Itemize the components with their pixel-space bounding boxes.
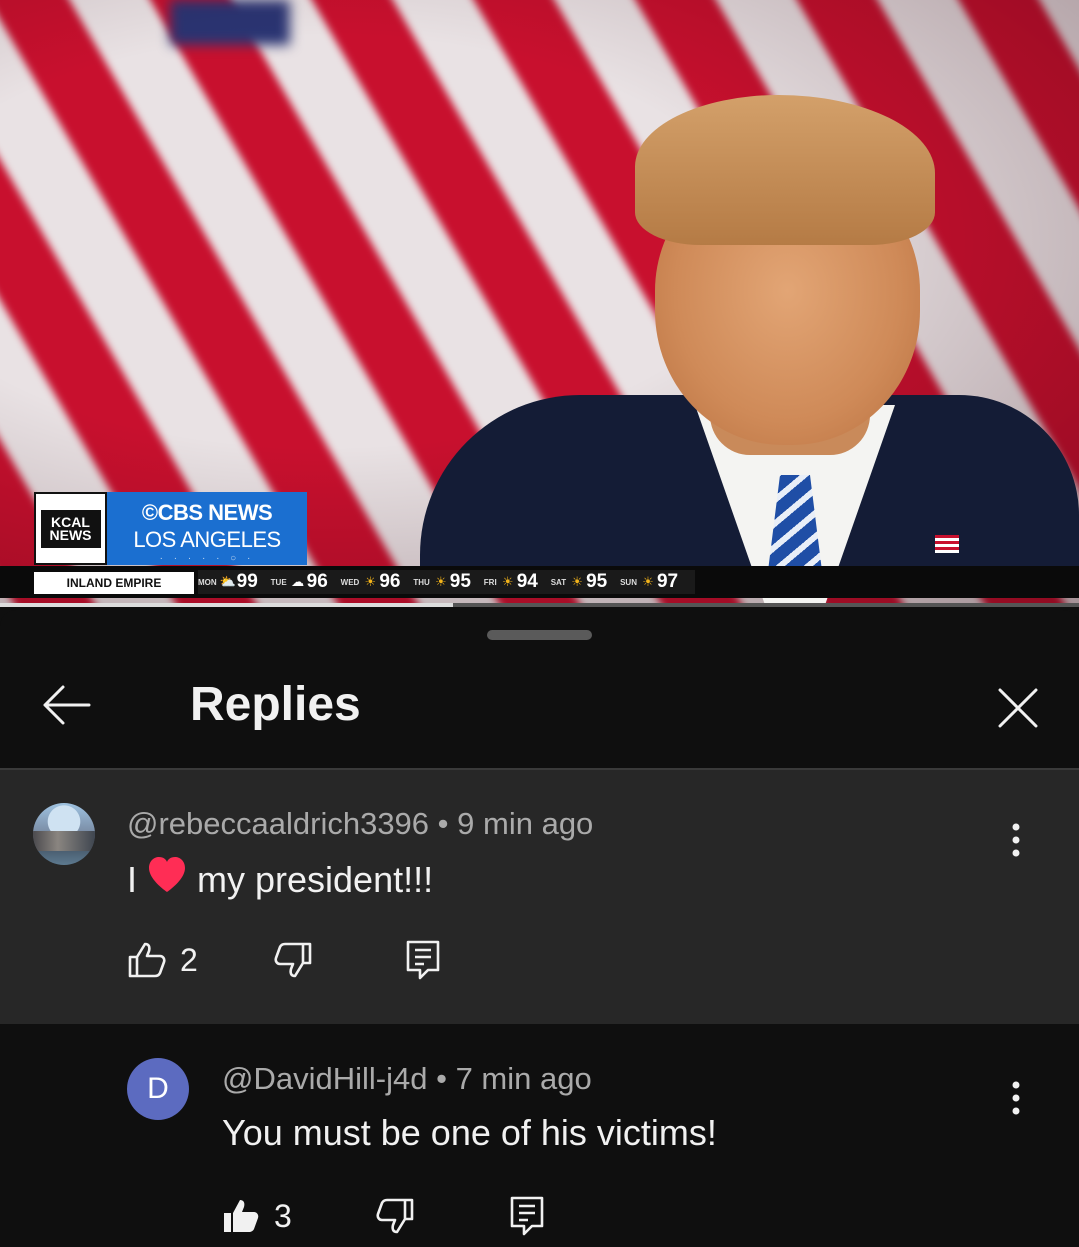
reply-comment: D @DavidHill-j4d • 7 min ago You must be… [0, 1024, 1079, 1247]
thumb-down-icon [376, 1198, 414, 1234]
forecast-day-label: MON [198, 577, 217, 587]
forecast-temp: 95 [449, 571, 471, 592]
thumb-up-icon [128, 942, 166, 978]
heart-icon-shape [149, 857, 186, 892]
forecast-day-label: WED [340, 577, 360, 587]
forecast-temp: 94 [516, 571, 538, 592]
forecast-day-label: TUE [270, 577, 287, 587]
video-progress-fill [0, 603, 454, 607]
avatar[interactable] [33, 803, 95, 865]
kcal-logo-text: KCAL NEWS [40, 509, 101, 548]
forecast-day: WED ☀ 96 [341, 571, 410, 593]
weather-forecast: MON ⛅ 99 TUE ☁ 96 WED ☀ 96 THU ☀ 95 FRI ☀ 94 SAT ☀ 95 SUN ☀… [198, 570, 695, 594]
comment-more-button[interactable] [996, 815, 1036, 865]
avatar[interactable]: D [127, 1058, 189, 1120]
forecast-day: MON ⛅ 99 [198, 571, 267, 593]
reply-button[interactable] [406, 940, 440, 980]
comment-reply-icon [510, 1196, 544, 1236]
subject-hair [635, 95, 935, 245]
parent-comment: @rebeccaaldrich3396 • 9 min ago I my pre… [0, 770, 1079, 1024]
comment-text: I my president!!! [127, 856, 433, 903]
weather-ticker: INLAND EMPIRE MON ⛅ 99 TUE ☁ 96 WED ☀ 96 THU ☀ 95 FR… [0, 566, 1079, 598]
reply-actions: 3 [222, 1196, 544, 1236]
forecast-day: THU ☀ 95 [413, 571, 479, 593]
thumb-down-icon [274, 942, 312, 978]
forecast-day-label: SUN [620, 577, 637, 587]
reply-text: You must be one of his victims! [222, 1112, 717, 1153]
like-button[interactable]: 3 [222, 1198, 292, 1235]
comment-reply-icon [406, 940, 440, 980]
sun-icon: ☀ [642, 574, 654, 589]
video-progress-bar[interactable] [0, 603, 1079, 607]
forecast-temp: 96 [306, 571, 328, 592]
forecast-day-label: FRI [483, 577, 497, 587]
forecast-day-label: SAT [550, 577, 567, 587]
cbs-news-la-logo: ©CBS NEWS LOS ANGELES · · · · · ○ · [107, 492, 307, 565]
sun-icon: ☀ [571, 574, 583, 589]
comment-text-end: my president!!! [197, 858, 434, 900]
forecast-day: SUN ☀ 97 [620, 571, 687, 593]
cbs-logo-dots: · · · · · ○ · [159, 553, 255, 564]
comment-author[interactable]: @rebeccaaldrich3396 [127, 806, 429, 841]
more-vert-icon [1012, 1081, 1020, 1115]
arrow-left-icon [43, 685, 91, 725]
like-count: 2 [180, 941, 198, 978]
forecast-day: SAT ☀ 95 [551, 571, 616, 593]
ticker-region: INLAND EMPIRE [34, 572, 194, 594]
forecast-temp: 97 [656, 571, 679, 592]
forecast-day: TUE ☁ 96 [271, 571, 337, 593]
cloud-sun-icon: ⛅ [219, 574, 236, 589]
more-vert-icon [1012, 823, 1020, 857]
comment-actions: 2 [128, 940, 440, 980]
kcal-news-logo: KCAL NEWS [34, 492, 107, 565]
reply-button[interactable] [510, 1196, 544, 1236]
forecast-day-label: THU [413, 577, 430, 587]
thumb-up-filled-icon [224, 1200, 259, 1232]
comment-timestamp: 9 min ago [457, 806, 594, 841]
like-button[interactable]: 2 [128, 942, 198, 979]
forecast-temp: 95 [586, 571, 608, 592]
heart-emoji-icon [147, 856, 187, 903]
reply-more-button[interactable] [996, 1073, 1036, 1123]
sun-icon: ☀ [501, 574, 514, 589]
forecast-temp: 96 [379, 571, 401, 592]
meta-separator: • [436, 1061, 447, 1096]
close-icon [998, 688, 1038, 728]
dislike-button[interactable] [376, 1198, 414, 1234]
news-lower-third: KCAL NEWS ©CBS NEWS LOS ANGELES · · · · … [34, 492, 307, 565]
avatar-landscape [33, 831, 95, 851]
reply-timestamp: 7 min ago [455, 1061, 592, 1096]
comment-meta: @rebeccaaldrich3396 • 9 min ago [127, 806, 593, 842]
meta-separator: • [437, 806, 449, 841]
reply-meta: @DavidHill-j4d • 7 min ago [222, 1061, 592, 1097]
video-player[interactable]: KCAL NEWS ©CBS NEWS LOS ANGELES · · · · … [0, 0, 1079, 604]
sun-icon: ☀ [434, 574, 447, 589]
cbs-logo-line2: LOS ANGELES [133, 527, 281, 552]
comment-text-start: I [127, 858, 138, 900]
cloud-icon: ☁ [291, 574, 305, 589]
flag-pin [935, 535, 959, 553]
forecast-day: FRI ☀ 94 [484, 571, 547, 593]
cbs-logo-line1: ©CBS NEWS [141, 500, 273, 525]
page-title: Replies [190, 678, 361, 731]
kcal-logo-line2: NEWS [49, 526, 92, 543]
like-count: 3 [274, 1197, 292, 1234]
forecast-temp: 99 [236, 571, 258, 592]
sun-icon: ☀ [364, 574, 377, 589]
reply-author[interactable]: @DavidHill-j4d [222, 1061, 427, 1096]
dislike-button[interactable] [274, 942, 312, 978]
video-subject [420, 95, 1079, 604]
replies-header: Replies [0, 650, 1079, 768]
close-button[interactable] [988, 678, 1048, 738]
sheet-drag-handle[interactable] [487, 630, 592, 640]
back-button[interactable] [36, 675, 96, 735]
replies-sheet: Replies @rebeccaaldrich3396 • 9 min ago … [0, 610, 1079, 1247]
